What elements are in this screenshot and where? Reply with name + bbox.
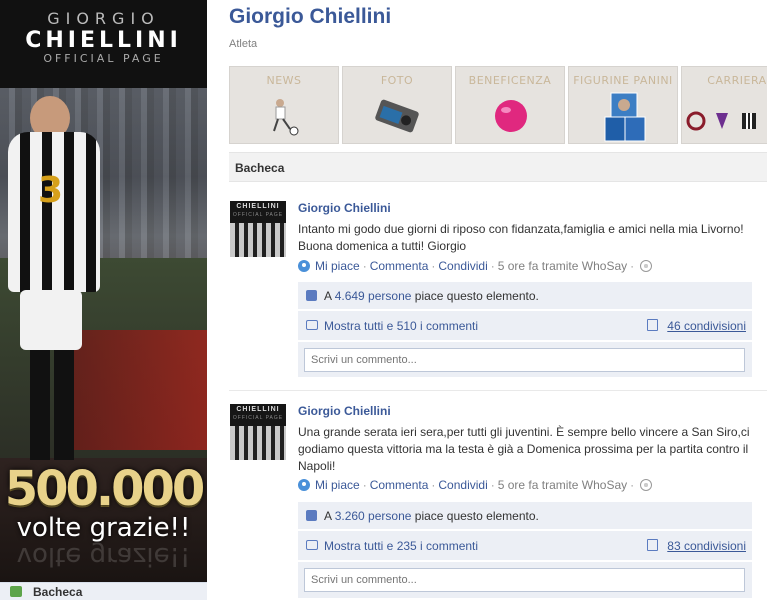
post-avatar-subtitle: OFFICIAL PAGE bbox=[232, 415, 284, 421]
comment-bubble-icon bbox=[306, 540, 318, 550]
post-timestamp: 5 ore fa tramite WhoSay bbox=[497, 259, 628, 273]
player-shorts bbox=[20, 290, 82, 350]
tab-news[interactable]: NEWS bbox=[229, 66, 339, 144]
wall-header: Bacheca bbox=[229, 152, 767, 182]
banner-brand-subtitle: OFFICIAL PAGE bbox=[43, 52, 164, 65]
thumbs-up-icon bbox=[306, 290, 317, 301]
tab-carriera[interactable]: CARRIERA bbox=[681, 66, 767, 144]
post-divider bbox=[229, 390, 767, 391]
share-icon bbox=[647, 319, 658, 331]
wall-icon bbox=[10, 586, 22, 597]
comment-bubble-icon bbox=[306, 320, 318, 330]
likes-suffix: piace questo elemento. bbox=[414, 509, 539, 523]
comments-summary: Mostra tutti e 510 i commenti 46 condivi… bbox=[298, 311, 752, 341]
page-category[interactable]: Atleta bbox=[229, 38, 257, 50]
share-link[interactable]: Condividi bbox=[438, 259, 487, 273]
wall-heading: Bacheca bbox=[235, 161, 285, 175]
tab-figurine-panini[interactable]: FIGURINE PANINI bbox=[568, 66, 678, 144]
app-tabs: NEWS FOTO BENEFICENZA FIGURINE PANINI CA… bbox=[229, 66, 767, 144]
sticker-cards-icon bbox=[603, 91, 647, 143]
show-all-comments-link[interactable]: Mostra tutti e 235 i commenti bbox=[324, 539, 478, 553]
likes-count-link[interactable]: 3.260 persone bbox=[335, 509, 412, 523]
post-avatar-photo bbox=[230, 426, 286, 460]
left-nav-wall-label: Bacheca bbox=[33, 585, 83, 599]
post-message: Una grande serata ieri sera,per tutti gl… bbox=[298, 425, 750, 473]
likes-count-link[interactable]: 4.649 persone bbox=[335, 289, 412, 303]
like-badge-icon bbox=[298, 260, 310, 272]
pink-ball-icon bbox=[492, 97, 530, 135]
post-avatar-subtitle: OFFICIAL PAGE bbox=[232, 212, 284, 218]
comment-input[interactable] bbox=[304, 348, 745, 372]
post-message: Intanto mi godo due giorni di riposo con… bbox=[298, 222, 744, 253]
likes-suffix: piace questo elemento. bbox=[414, 289, 539, 303]
show-all-comments-link[interactable]: Mostra tutti e 510 i commenti bbox=[324, 319, 478, 333]
tab-foto[interactable]: FOTO bbox=[342, 66, 452, 144]
comments-summary: Mostra tutti e 235 i commenti 83 condivi… bbox=[298, 531, 752, 561]
post-timestamp: 5 ore fa tramite WhoSay bbox=[497, 478, 628, 492]
jersey-number: 3 bbox=[38, 170, 64, 211]
soccer-player-icon bbox=[266, 97, 302, 137]
likes-summary: A 3.260 persone piace questo elemento. bbox=[298, 502, 752, 530]
tab-carriera-label: CARRIERA bbox=[707, 74, 767, 87]
player-legs bbox=[30, 350, 74, 460]
like-link[interactable]: Mi piace bbox=[315, 478, 360, 492]
tab-beneficenza[interactable]: BENEFICENZA bbox=[455, 66, 565, 144]
club-crests-icon bbox=[686, 111, 767, 131]
globe-icon[interactable] bbox=[640, 479, 653, 491]
wall-post: CHIELLINI OFFICIAL PAGE Giorgio Chiellin… bbox=[229, 201, 767, 386]
post-actions: Mi piace · Commenta · Condividi · 5 ore fa tra… bbox=[298, 259, 653, 273]
post-avatar[interactable]: CHIELLINI OFFICIAL PAGE bbox=[230, 201, 286, 257]
likes-prefix: A bbox=[324, 289, 332, 303]
post-avatar-photo bbox=[230, 223, 286, 257]
comment-composer bbox=[298, 562, 752, 599]
banner-milestone: 500.000 bbox=[4, 461, 206, 517]
wall-post: CHIELLINI OFFICIAL PAGE Giorgio Chiellin… bbox=[229, 404, 767, 599]
post-avatar[interactable]: CHIELLINI OFFICIAL PAGE bbox=[230, 404, 286, 460]
banner-brand-last-name: CHIELLINI bbox=[25, 28, 182, 53]
thumbs-up-icon bbox=[306, 510, 317, 521]
tab-beneficenza-label: BENEFICENZA bbox=[468, 74, 552, 87]
camera-icon bbox=[373, 95, 423, 135]
tab-foto-label: FOTO bbox=[380, 74, 414, 87]
globe-icon[interactable] bbox=[640, 260, 653, 272]
likes-prefix: A bbox=[324, 509, 332, 523]
likes-summary: A 4.649 persone piace questo elemento. bbox=[298, 282, 752, 310]
share-link[interactable]: Condividi bbox=[438, 478, 487, 492]
like-badge-icon bbox=[298, 479, 310, 491]
post-author[interactable]: Giorgio Chiellini bbox=[298, 404, 391, 418]
banner-brand-first-name: GIORGIO bbox=[47, 9, 160, 28]
post-author[interactable]: Giorgio Chiellini bbox=[298, 201, 391, 215]
post-actions: Mi piace · Commenta · Condividi · 5 ore fa tra… bbox=[298, 478, 653, 492]
comment-link[interactable]: Commenta bbox=[370, 259, 429, 273]
post-avatar-brand: CHIELLINI bbox=[236, 406, 280, 413]
left-nav-wall[interactable]: Bacheca bbox=[0, 582, 207, 600]
banner-adboard bbox=[70, 330, 207, 450]
banner-thanks: volte grazie!! bbox=[16, 513, 191, 543]
comment-input[interactable] bbox=[304, 568, 745, 592]
shares-count-link[interactable]: 46 condivisioni bbox=[667, 319, 746, 333]
comment-composer bbox=[298, 342, 752, 378]
page-title[interactable]: Giorgio Chiellini bbox=[229, 5, 391, 29]
shares-count-link[interactable]: 83 condivisioni bbox=[667, 539, 746, 553]
profile-banner: 3 GIORGIO CHIELLINI OFFICIAL PAGE 500.00… bbox=[0, 0, 207, 582]
comment-link[interactable]: Commenta bbox=[370, 478, 429, 492]
post-avatar-brand: CHIELLINI bbox=[236, 203, 280, 210]
tab-news-label: NEWS bbox=[266, 74, 302, 87]
tab-figurine-panini-label: FIGURINE PANINI bbox=[573, 74, 673, 87]
like-link[interactable]: Mi piace bbox=[315, 259, 360, 273]
player-jersey bbox=[8, 132, 100, 292]
share-icon bbox=[647, 539, 658, 551]
banner-thanks-reflection: volte grazie!! bbox=[16, 541, 191, 571]
